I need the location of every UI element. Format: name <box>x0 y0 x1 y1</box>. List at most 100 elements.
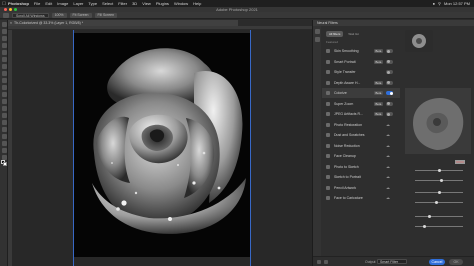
lasso-tool-icon[interactable] <box>1 36 7 41</box>
color-swatch[interactable] <box>455 160 465 164</box>
filter-row[interactable]: Style Transfer <box>322 67 400 77</box>
eraser-tool-icon[interactable] <box>1 92 7 97</box>
close-window-icon[interactable] <box>4 8 7 11</box>
filter-row[interactable]: Depth Aware H... Beta <box>322 78 400 88</box>
reference-thumbnail[interactable] <box>405 30 433 52</box>
cloud-download-icon[interactable]: ☁ <box>386 153 390 159</box>
eyedropper-tool-icon[interactable] <box>1 57 7 62</box>
filter-toggle[interactable] <box>386 112 393 116</box>
zoom-100-button[interactable]: 100% <box>51 12 67 18</box>
quick-select-tool-icon[interactable] <box>1 43 7 48</box>
gradient-tool-icon[interactable] <box>1 99 7 104</box>
brush-tool-icon[interactable] <box>1 71 7 76</box>
history-brush-tool-icon[interactable] <box>1 85 7 90</box>
horizontal-ruler[interactable] <box>8 26 312 30</box>
cloud-download-icon[interactable]: ☁ <box>386 174 390 180</box>
tab-all-filters[interactable]: All filters <box>326 31 344 37</box>
settings-slider[interactable] <box>405 178 469 182</box>
ok-button[interactable]: OK <box>449 259 463 265</box>
document-canvas[interactable] <box>74 33 250 257</box>
vertical-ruler[interactable] <box>8 30 12 266</box>
filter-row[interactable]: Pencil Artwork ☁ <box>322 183 400 193</box>
filter-row[interactable]: Face to Caricature ☁ <box>322 193 400 203</box>
menu-app-name[interactable]: Photoshop <box>8 1 29 6</box>
menu-help[interactable]: Help <box>193 1 201 6</box>
slider-knob[interactable] <box>427 214 431 218</box>
search-icon[interactable]: ⚲ <box>438 1 441 6</box>
tab-wait-list[interactable]: Wait list <box>345 31 361 37</box>
filter-toggle[interactable] <box>386 80 393 85</box>
filter-row[interactable]: Face Cleanup ☁ <box>322 151 400 161</box>
crop-tool-icon[interactable] <box>1 50 7 55</box>
fill-screen-button[interactable]: Fill Screen <box>94 12 118 18</box>
guide-line-right[interactable] <box>250 30 251 266</box>
move-tool-icon[interactable] <box>1 22 7 27</box>
slider-knob[interactable] <box>439 178 443 182</box>
menu-clock[interactable]: Mon 12:57 PM <box>444 1 470 6</box>
menu-type[interactable]: Type <box>88 1 97 6</box>
slider-knob[interactable] <box>435 200 439 204</box>
slider-knob[interactable] <box>437 190 441 194</box>
settings-slider[interactable] <box>405 224 469 228</box>
filter-row[interactable]: JPEG Artifacts R... Beta <box>322 109 400 119</box>
filter-row[interactable]: Photo to Sketch ☁ <box>322 162 400 172</box>
filter-toggle[interactable] <box>386 49 393 53</box>
minimize-window-icon[interactable] <box>9 8 12 11</box>
wait-list-icon[interactable] <box>314 37 320 42</box>
wifi-icon[interactable]: ● <box>433 1 435 6</box>
reset-icon[interactable] <box>324 260 328 264</box>
filter-row[interactable]: Colorize Beta <box>322 88 400 98</box>
output-select[interactable]: Smart Filter <box>377 259 407 264</box>
settings-slider[interactable] <box>405 214 469 218</box>
shape-tool-icon[interactable] <box>1 141 7 146</box>
filter-toggle[interactable] <box>386 91 393 95</box>
clone-stamp-tool-icon[interactable] <box>1 78 7 83</box>
path-select-tool-icon[interactable] <box>1 134 7 139</box>
menu-view[interactable]: View <box>142 1 151 6</box>
filter-row[interactable]: Sketch to Portrait ☁ <box>322 172 400 182</box>
slider-knob[interactable] <box>423 224 427 228</box>
settings-slider[interactable] <box>405 200 469 204</box>
blur-tool-icon[interactable] <box>1 106 7 111</box>
settings-slider[interactable] <box>405 190 469 194</box>
cloud-download-icon[interactable]: ☁ <box>386 122 390 128</box>
cloud-download-icon[interactable]: ☁ <box>386 185 390 191</box>
filter-toggle[interactable] <box>386 59 393 64</box>
background-color-swatch[interactable] <box>3 162 7 166</box>
fit-screen-button[interactable]: Fit Screen <box>69 12 92 18</box>
healing-brush-tool-icon[interactable] <box>1 64 7 69</box>
apple-icon[interactable]:  <box>0 1 8 7</box>
menu-select[interactable]: Select <box>102 1 113 6</box>
zoom-window-icon[interactable] <box>14 8 17 11</box>
cloud-download-icon[interactable]: ☁ <box>386 143 390 149</box>
all-filters-icon[interactable] <box>314 29 320 34</box>
menu-image[interactable]: Image <box>57 1 68 6</box>
filter-row[interactable]: Noise Reduction ☁ <box>322 141 400 151</box>
slider-knob[interactable] <box>438 168 442 172</box>
scroll-all-windows-checkbox[interactable]: Scroll All Windows <box>12 12 49 18</box>
menu-window[interactable]: Window <box>174 1 188 6</box>
pen-tool-icon[interactable] <box>1 120 7 125</box>
filter-row[interactable]: Smart Portrait Beta <box>322 57 400 67</box>
menu-filter[interactable]: Filter <box>118 1 127 6</box>
slider-track[interactable] <box>415 216 463 217</box>
type-tool-icon[interactable] <box>1 127 7 132</box>
menu-file[interactable]: File <box>34 1 40 6</box>
dodge-tool-icon[interactable] <box>1 113 7 118</box>
filter-row[interactable]: Dust and Scratches ☁ <box>322 130 400 140</box>
settings-slider[interactable] <box>405 168 469 172</box>
cloud-download-icon[interactable]: ☁ <box>386 195 390 201</box>
cloud-download-icon[interactable]: ☁ <box>386 164 390 170</box>
filter-toggle[interactable] <box>386 101 393 106</box>
filter-row[interactable]: Skin Smoothing Beta <box>322 46 400 56</box>
marquee-tool-icon[interactable] <box>1 29 7 34</box>
hand-tool-icon[interactable] <box>3 12 9 18</box>
cancel-button[interactable]: Cancel <box>429 259 445 265</box>
filter-toggle[interactable] <box>386 70 393 74</box>
cloud-download-icon[interactable]: ☁ <box>386 132 390 138</box>
filter-row[interactable]: Photo Restoration ☁ <box>322 120 400 130</box>
layer-preview-icon[interactable] <box>317 260 321 264</box>
hand-tool-icon[interactable] <box>1 148 7 153</box>
menu-edit[interactable]: Edit <box>45 1 52 6</box>
menu-3d[interactable]: 3D <box>132 1 137 6</box>
